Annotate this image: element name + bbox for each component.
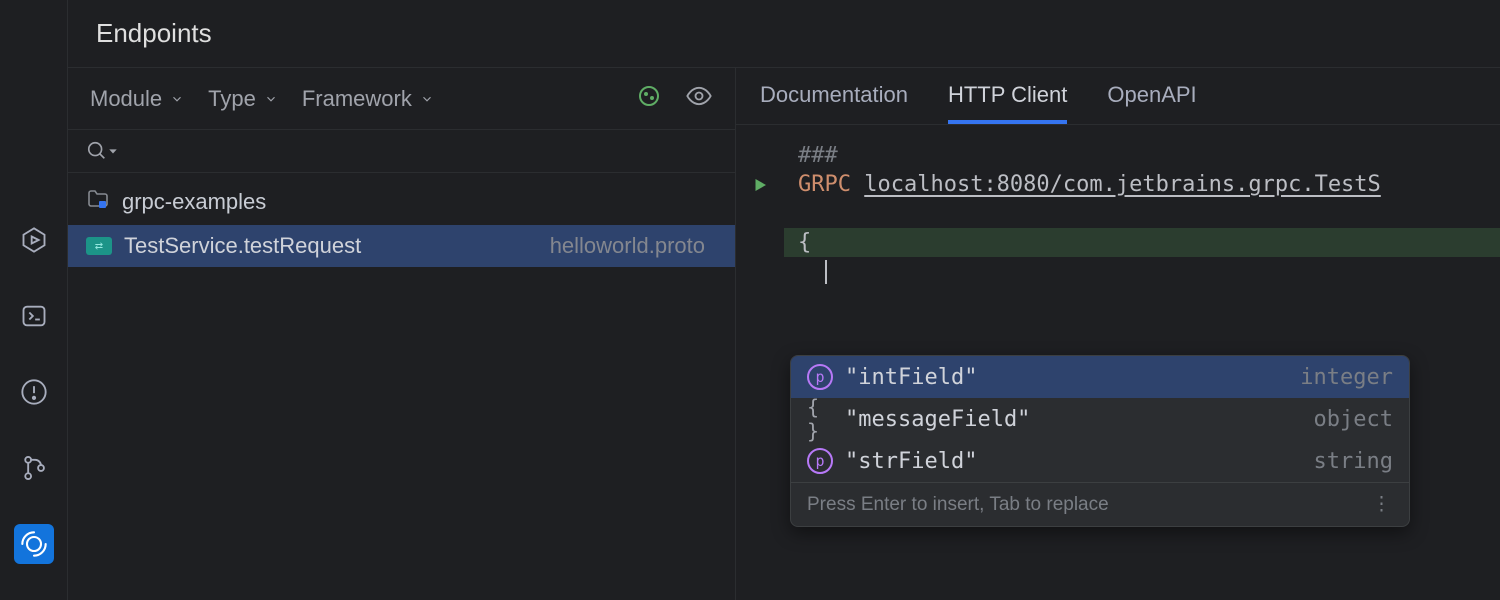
editor-gutter	[736, 141, 784, 170]
filter-icons	[637, 82, 713, 115]
project-node[interactable]: grpc-examples	[68, 179, 735, 225]
tab-openapi[interactable]: OpenAPI	[1107, 82, 1196, 124]
editor-gutter[interactable]	[736, 170, 784, 199]
chevron-down-icon	[420, 92, 434, 106]
search-bar[interactable]	[68, 130, 735, 173]
filter-framework[interactable]: Framework	[302, 86, 434, 112]
problems-toolwindow-icon[interactable]	[14, 372, 54, 412]
endpoint-name: TestService.testRequest	[124, 233, 361, 259]
filter-framework-label: Framework	[302, 86, 412, 112]
property-icon: p	[807, 364, 833, 390]
preview-icon[interactable]	[685, 82, 713, 115]
editor-gutter	[736, 228, 784, 257]
completion-type: string	[1314, 449, 1393, 474]
chevron-down-icon	[264, 92, 278, 106]
request-separator: ###	[798, 143, 838, 168]
run-icon[interactable]	[751, 176, 769, 194]
endpoint-node[interactable]: ⇄ TestService.testRequest helloworld.pro…	[68, 225, 735, 267]
completion-hint-text: Press Enter to insert, Tab to replace	[807, 494, 1109, 516]
search-icon	[86, 140, 717, 162]
activity-bar	[0, 0, 68, 600]
chevron-down-icon	[170, 92, 184, 106]
tab-http-client[interactable]: HTTP Client	[948, 82, 1067, 124]
endpoint-file: helloworld.proto	[550, 233, 717, 259]
request-url: localhost:8080/com.jetbrains.grpc.TestS	[864, 172, 1381, 197]
completion-label: "strField"	[845, 449, 977, 474]
filter-module[interactable]: Module	[90, 86, 184, 112]
editor-gutter	[736, 199, 784, 228]
completion-label: "intField"	[845, 365, 977, 390]
completion-type: integer	[1300, 365, 1393, 390]
editor-gutter	[736, 257, 784, 286]
grpc-icon: ⇄	[86, 237, 112, 255]
endpoints-tree: grpc-examples ⇄ TestService.testRequest …	[68, 173, 735, 267]
folder-icon	[86, 187, 110, 217]
completion-type: object	[1314, 407, 1393, 432]
completion-label: "messageField"	[845, 407, 1030, 432]
filter-bar: Module Type Framework	[68, 68, 735, 130]
filter-type-label: Type	[208, 86, 256, 112]
terminal-toolwindow-icon[interactable]	[14, 296, 54, 336]
endpoints-left-pane: Module Type Framework	[68, 68, 736, 600]
config-icon[interactable]	[637, 84, 661, 113]
completion-popup[interactable]: p "intField" integer { } "messageField" …	[790, 355, 1410, 527]
request-method: GRPC	[798, 172, 851, 197]
endpoints-toolwindow-icon[interactable]	[14, 524, 54, 564]
chevron-down-icon	[108, 146, 118, 156]
tabs: Documentation HTTP Client OpenAPI	[736, 68, 1500, 125]
property-icon: p	[807, 448, 833, 474]
filter-module-label: Module	[90, 86, 162, 112]
tab-documentation[interactable]: Documentation	[760, 82, 908, 124]
completion-item[interactable]: { } "messageField" object	[791, 398, 1409, 440]
services-toolwindow-icon[interactable]	[14, 220, 54, 260]
completion-item[interactable]: p "intField" integer	[791, 356, 1409, 398]
object-icon: { }	[807, 406, 833, 432]
completion-hint-bar: Press Enter to insert, Tab to replace ⋮	[791, 482, 1409, 526]
project-name: grpc-examples	[122, 189, 266, 215]
panel-title: Endpoints	[68, 0, 1500, 68]
request-body-open: {	[784, 228, 1500, 257]
text-cursor	[825, 260, 827, 284]
filter-type[interactable]: Type	[208, 86, 278, 112]
more-icon[interactable]: ⋮	[1372, 493, 1393, 516]
vcs-toolwindow-icon[interactable]	[14, 448, 54, 488]
completion-item[interactable]: p "strField" string	[791, 440, 1409, 482]
